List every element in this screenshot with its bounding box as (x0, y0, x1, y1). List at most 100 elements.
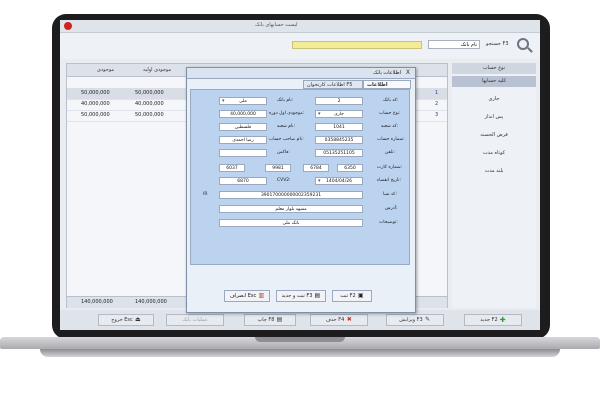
account-type-header: نوع حساب (452, 63, 536, 74)
sidebar-item-savings[interactable]: پس انداز (452, 112, 536, 123)
sheba-field[interactable]: 390170000000002359231 (219, 191, 363, 199)
row-index: 1 (435, 90, 439, 96)
printer-icon: ▤ (276, 315, 283, 323)
dialog-form: کد بانک: 2 نام بانک: ملی نوع حساب: جاری … (190, 89, 410, 265)
col-balance[interactable]: موجودی (97, 67, 114, 73)
dialog-close-icon[interactable]: X (406, 69, 410, 76)
fax-label: فاکس: (277, 150, 290, 155)
title-bar: لیست حسابهای بانک (60, 20, 540, 33)
delete-button[interactable]: حذف F4 ✖ (310, 314, 368, 326)
phone-label: تلفن: (385, 150, 395, 155)
cell-initial: 50,000,000 (135, 90, 164, 96)
bank-code-field[interactable]: 2 (315, 97, 363, 105)
laptop-base (0, 337, 600, 359)
bank-name-label: نام بانک: (277, 98, 294, 103)
dialog-title-bar: X اطلاعات بانک (187, 68, 415, 79)
tab-card-reader-info[interactable]: اطلاعات کارتخوان F5 (303, 80, 363, 89)
total-balance: 140,000,000 (81, 299, 113, 305)
save-button-label: ثبت F2 (340, 293, 356, 299)
card-number-part-3[interactable]: 6784 (303, 164, 329, 172)
sidebar-item-qarz[interactable]: قرض الحسنه (452, 130, 536, 141)
exit-button-label: خروج Esc (111, 317, 133, 323)
save-button[interactable]: ثبت F2 ▣ (332, 290, 372, 302)
cancel-button-label: انصراف Esc (229, 293, 257, 299)
expiry-date-field[interactable]: 1404/04/26 (315, 177, 363, 185)
search-label: جستجو F3 (486, 41, 509, 47)
cancel-icon: ▥ (258, 291, 265, 299)
cell-balance: 40,000,000 (81, 101, 110, 107)
pencil-icon: ✎ (425, 315, 431, 323)
bank-code-label: کد بانک: (383, 98, 399, 103)
cvv2-field[interactable]: 6870 (219, 177, 267, 185)
account-owner-field[interactable]: رضا احمدی (219, 136, 267, 144)
delete-button-label: حذف F4 (325, 317, 345, 323)
app-screen: لیست حسابهای بانک جستجو F3 نام بانک موجو… (60, 20, 540, 330)
bank-name-select[interactable]: ملی (219, 97, 267, 105)
fax-field[interactable] (219, 149, 267, 157)
cell-initial: 40,000,000 (135, 101, 164, 107)
bottom-toolbar: جدید F2 ✚ ویرایش F3 ✎ حذف F4 ✖ چاپ F8 ▤ عملی… (60, 310, 540, 330)
add-button[interactable]: جدید F2 ✚ (464, 314, 522, 326)
sheba-label: کد شبا: (383, 192, 397, 197)
initial-balance-field[interactable]: 40,000,000 (219, 110, 267, 118)
expiry-label: تاریخ انقضاء: (377, 178, 402, 183)
laptop-base-bottom (40, 349, 560, 357)
add-button-label: جدید F2 (480, 317, 498, 323)
sidebar-item-long-term[interactable]: بلند مدت (452, 166, 536, 177)
cell-balance: 50,000,000 (81, 112, 110, 118)
account-type-select[interactable]: جاری (315, 110, 363, 118)
total-initial: 140,000,000 (135, 299, 167, 305)
search-field-select[interactable]: نام بانک (428, 40, 480, 49)
edit-button-label: ویرایش F3 (399, 317, 423, 323)
card-number-part-4[interactable]: 6350 (337, 164, 363, 172)
row-index: 2 (435, 101, 439, 107)
print-button[interactable]: چاپ F8 ▤ (244, 314, 296, 326)
account-number-label: شماره حساب: (377, 137, 405, 142)
card-number-part-1[interactable]: 6037 (219, 164, 245, 172)
cancel-button[interactable]: انصراف Esc ▥ (224, 290, 270, 302)
save-new-button-label: ثبت و جدید F3 (281, 293, 313, 299)
search-icon[interactable] (517, 38, 529, 50)
print-button-label: چاپ F8 (257, 317, 275, 323)
account-type-panel: نوع حساب کلیه حسابها جاری پس انداز قرض ا… (452, 63, 536, 308)
card-number-part-2[interactable]: 9981 (265, 164, 291, 172)
delete-icon: ✖ (346, 315, 352, 323)
sidebar-item-current[interactable]: جاری (452, 94, 536, 105)
laptop-notch (255, 337, 345, 342)
bank-operations-button[interactable]: عملیات بانک (166, 314, 224, 326)
dialog-title: اطلاعات بانک (373, 70, 401, 76)
exit-icon: ⏏ (134, 315, 141, 323)
plus-icon: ✚ (499, 315, 506, 324)
branch-name-label: نام شعبه: (277, 124, 296, 129)
window-title: لیست حسابهای بانک (255, 22, 298, 28)
branch-name-field[interactable]: فلسطین (219, 123, 267, 131)
description-label: توضیحات: (379, 220, 398, 225)
address-label: آدرس: (385, 206, 398, 211)
search-toolbar: جستجو F3 نام بانک (60, 33, 540, 59)
dialog-tabs: اطلاعات عمومی F4 اطلاعات کارتخوان F5 (187, 80, 415, 97)
phone-field[interactable]: 05135251105 (315, 149, 363, 157)
search-input[interactable] (292, 41, 422, 49)
sidebar-item-all[interactable]: کلیه حسابها (452, 76, 536, 87)
close-icon[interactable] (64, 22, 72, 30)
description-field[interactable]: بانک ملی (219, 219, 363, 227)
card-number-label: شماره کارت: (377, 165, 403, 170)
col-initial-balance[interactable]: موجودی اولیه (143, 67, 171, 73)
edit-button[interactable]: ویرایش F3 ✎ (386, 314, 444, 326)
save-and-new-button[interactable]: ثبت و جدید F3 ▤ (276, 290, 326, 302)
bank-info-dialog: X اطلاعات بانک اطلاعات عمومی F4 اطلاعات … (186, 67, 416, 313)
save-icon: ▣ (357, 291, 364, 299)
ir-prefix: IR (203, 192, 208, 197)
cell-initial: 50,000,000 (135, 112, 164, 118)
account-number-field[interactable]: 0358845235 (315, 136, 363, 144)
exit-button[interactable]: خروج Esc ⏏ (98, 314, 154, 326)
account-type-label: نوع حساب: (379, 111, 401, 116)
row-index: 3 (435, 112, 439, 118)
dialog-footer: ثبت F2 ▣ ثبت و جدید F3 ▤ انصراف Esc ▥ (190, 268, 410, 308)
branch-code-field[interactable]: 1041 (315, 123, 363, 131)
tab-general-info[interactable]: اطلاعات عمومی F4 (363, 80, 411, 97)
sidebar-item-short-term[interactable]: کوتاه مدت (452, 148, 536, 159)
address-field[interactable]: مشهد بلوار معلم (219, 205, 363, 213)
account-owner-label: نام صاحب حساب: (269, 137, 304, 142)
save-new-icon: ▤ (314, 291, 321, 299)
